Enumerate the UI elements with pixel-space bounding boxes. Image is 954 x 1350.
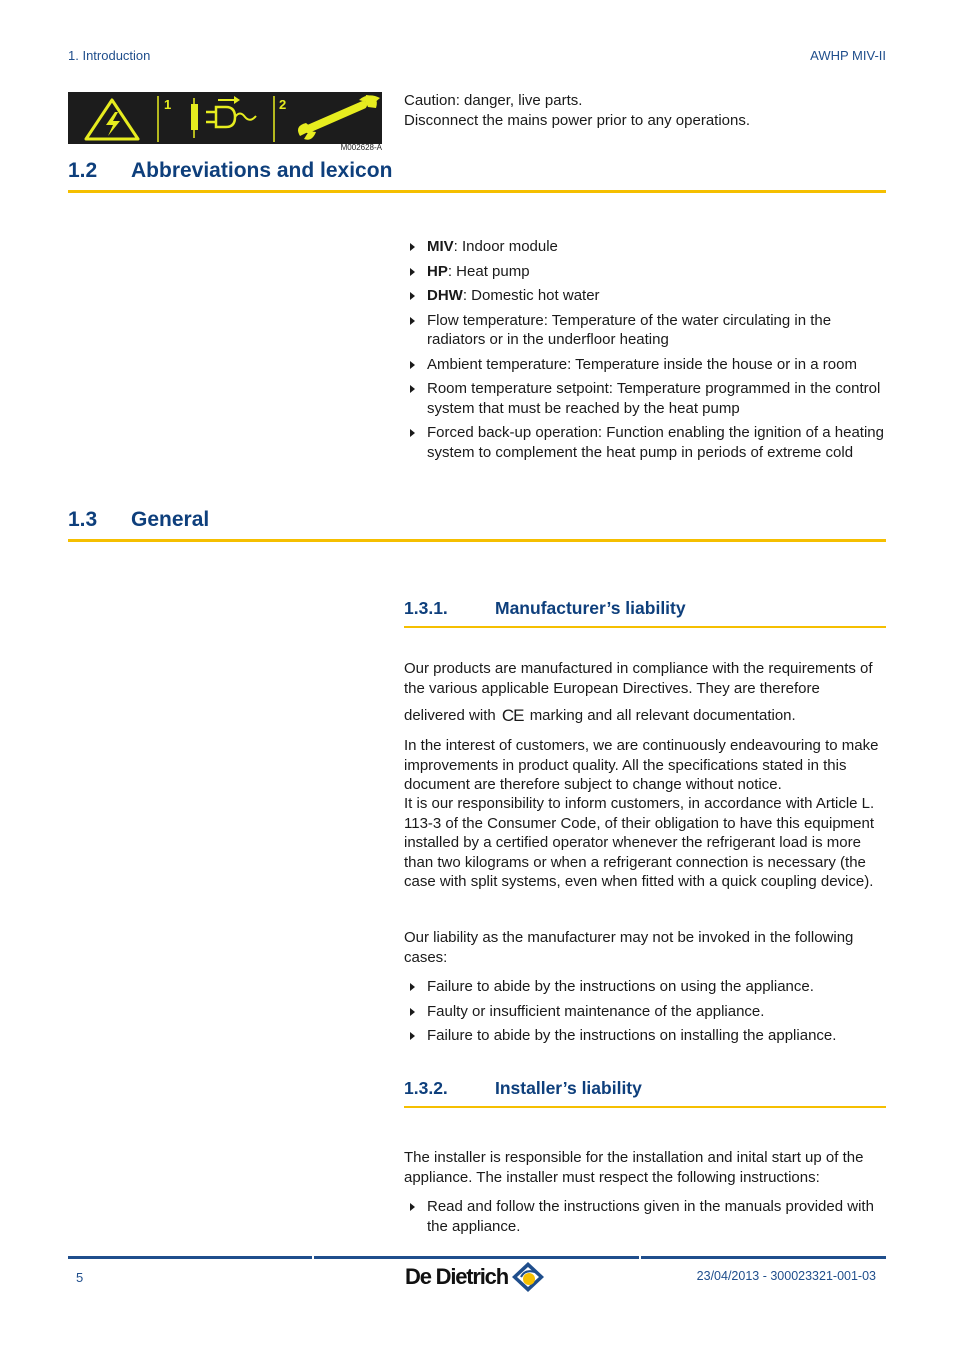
bullet-arrow-icon — [410, 1032, 415, 1040]
wrench-icon — [298, 95, 380, 140]
list-item: Failure to abide by the instructions on … — [404, 977, 888, 997]
definition: : Domestic hot water — [462, 287, 600, 304]
ce-mark-icon: CE — [501, 706, 525, 725]
bullet-arrow-icon — [410, 267, 415, 276]
text: marking and all relevant documentation. — [529, 707, 796, 724]
manufacturer-paragraph-3: In the interest of customers, we are con… — [404, 737, 879, 793]
manufacturer-paragraph-1: Our products are manufactured in complia… — [404, 660, 873, 697]
item-text: Faulty or insufficient maintenance of th… — [427, 1002, 765, 1020]
bullet-arrow-icon — [410, 316, 415, 325]
definition: Room temperature setpoint: Temperature p… — [427, 380, 881, 417]
electric-hazard-icon — [84, 98, 140, 141]
pictogram-code: M002628-A — [340, 143, 382, 152]
subsection-heading-1-3-2: 1.3.2. Installer’s liability — [404, 1078, 886, 1108]
section-title: Abbreviations and lexicon — [131, 159, 393, 182]
bullet-arrow-icon — [410, 385, 415, 393]
term: HP — [427, 262, 448, 280]
page-number: 5 — [76, 1270, 84, 1285]
bullet-arrow-icon — [410, 243, 415, 251]
caution-line-2: Disconnect the mains power prior to any … — [404, 112, 751, 129]
bullet-arrow-icon — [410, 360, 415, 369]
step-label-2: 2 — [279, 97, 286, 112]
subsection-title: Manufacturer’s liability — [495, 598, 686, 618]
manufacturer-paragraph-4: It is our responsibility to inform custo… — [404, 795, 875, 890]
section-number: 1.2 — [68, 159, 98, 182]
list-item: Faulty or insufficient maintenance of th… — [404, 1002, 888, 1022]
power-plug-icon — [191, 96, 257, 138]
subsection-heading-1-3-1: 1.3.1. Manufacturer’s liability — [404, 598, 886, 628]
definition: Forced back-up operation: Function enabl… — [427, 424, 884, 461]
caution-line-1: Caution: danger, live parts. — [404, 92, 583, 109]
list-item: MIV: Indoor module — [404, 237, 888, 257]
section-heading-1-3: 1.3 General — [68, 508, 886, 542]
bullet-arrow-icon — [410, 292, 415, 300]
list-item: DHW: Domestic hot water — [404, 286, 888, 306]
manufacturer-paragraph-5: Our liability as the manufacturer may no… — [404, 929, 854, 966]
installer-paragraph-1: The installer is responsible for the ins… — [404, 1149, 864, 1186]
divider — [639, 1256, 641, 1259]
document-reference: 23/04/2013 - 300023321-001-03 — [696, 1269, 876, 1283]
text: delivered with — [404, 707, 496, 724]
list-item: Failure to abide by the instructions on … — [404, 1026, 888, 1046]
safety-pictogram: 1 2 — [68, 92, 382, 144]
list-item: Ambient temperature: Temperature inside … — [404, 355, 888, 375]
footer-rule — [68, 1256, 886, 1259]
list-item: Read and follow the instructions given i… — [404, 1197, 888, 1236]
bullet-arrow-icon — [410, 1203, 415, 1211]
bullet-arrow-icon — [410, 983, 415, 991]
subsection-number: 1.3.2. — [404, 1078, 448, 1098]
step-label-1: 1 — [164, 97, 171, 112]
divider — [312, 1256, 314, 1259]
brand-name: De Dietrich — [405, 1264, 509, 1289]
installer-instructions-list: Read and follow the instructions given i… — [404, 1197, 888, 1241]
section-heading-1-2: 1.2 Abbreviations and lexicon — [68, 159, 886, 193]
brand-diamond-icon — [511, 1262, 544, 1292]
running-header-chapter: 1. Introduction — [68, 48, 151, 63]
list-item: Flow temperature: Temperature of the wat… — [404, 311, 888, 350]
item-text: Failure to abide by the instructions on … — [427, 1027, 837, 1044]
item-text: Failure to abide by the instructions on … — [427, 978, 814, 995]
definition: : Indoor module — [453, 238, 558, 255]
bullet-arrow-icon — [410, 1007, 415, 1016]
definition: Ambient temperature: Temperature inside … — [427, 355, 857, 373]
subsection-number: 1.3.1. — [404, 598, 448, 618]
section-title: General — [131, 508, 210, 531]
manufacturer-paragraph-2: delivered with CE marking and all releva… — [404, 706, 888, 726]
bullet-arrow-icon — [410, 429, 415, 437]
term: MIV — [427, 238, 454, 255]
running-header-product: AWHP MIV-II — [810, 48, 886, 63]
abbreviations-list: MIV: Indoor module HP: Heat pump DHW: Do… — [404, 237, 888, 467]
subsection-title: Installer’s liability — [495, 1078, 642, 1098]
list-item: Forced back-up operation: Function enabl… — [404, 423, 888, 462]
section-number: 1.3 — [68, 508, 98, 531]
item-text: Read and follow the instructions given i… — [427, 1198, 874, 1235]
definition: : Heat pump — [447, 262, 530, 280]
brand-logo: De Dietrich — [405, 1261, 545, 1293]
term: DHW — [427, 287, 463, 304]
list-item: Room temperature setpoint: Temperature p… — [404, 379, 888, 418]
liability-exclusions-list: Failure to abide by the instructions on … — [404, 977, 888, 1051]
definition: Flow temperature: Temperature of the wat… — [427, 311, 832, 349]
list-item: HP: Heat pump — [404, 262, 888, 282]
caution-text: Caution: danger, live parts. Disconnect … — [404, 91, 750, 131]
